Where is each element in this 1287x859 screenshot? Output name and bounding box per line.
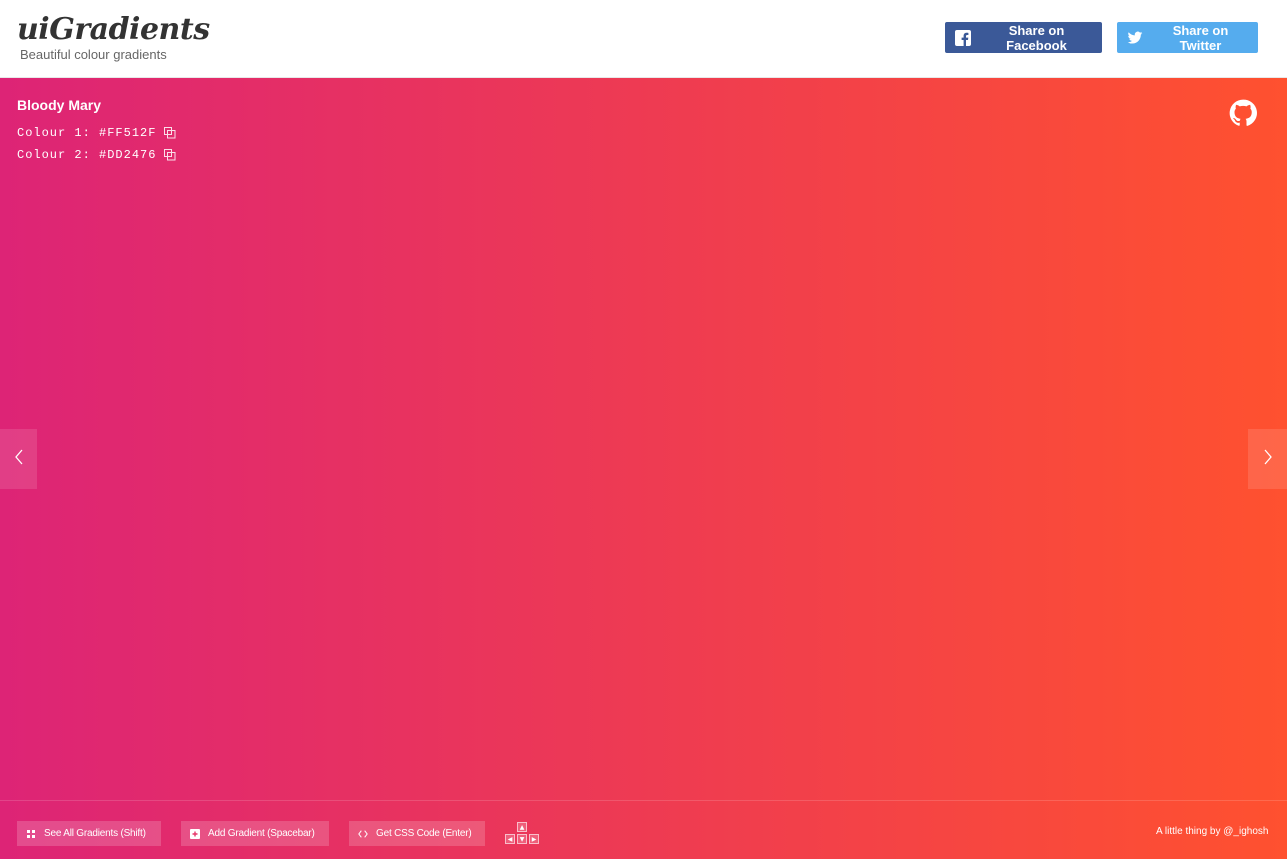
gradient-name: Bloody Mary (17, 97, 102, 113)
share-facebook-label: Share on Facebook (1006, 22, 1067, 53)
gradient-display: Bloody Mary Colour 1: #FF512F Colour 2: … (0, 78, 1287, 859)
share-twitter-label: Share on Twitter (1172, 22, 1229, 53)
key-down: ▼ (517, 834, 527, 844)
chevron-left-icon (14, 449, 24, 470)
see-all-gradients-button[interactable]: See All Gradients (Shift) (17, 821, 161, 846)
twitter-icon (1127, 30, 1143, 46)
get-css-code-button[interactable]: Get CSS Code (Enter) (349, 821, 485, 846)
key-left: ◀ (505, 834, 515, 844)
chevron-right-icon (1263, 449, 1273, 470)
footer: See All Gradients (Shift) Add Gradient (… (0, 800, 1287, 859)
add-gradient-label: Add Gradient (Spacebar) (208, 828, 315, 839)
colour-2-label: Colour 2: #DD2476 (17, 148, 157, 162)
see-all-label: See All Gradients (Shift) (44, 828, 146, 839)
colour-1-row: Colour 1: #FF512F (17, 126, 176, 140)
key-right: ▶ (529, 834, 539, 844)
get-css-label: Get CSS Code (Enter) (376, 828, 472, 839)
copy-icon[interactable] (164, 127, 176, 139)
previous-gradient-button[interactable] (0, 429, 37, 489)
key-up: ▲ (517, 822, 527, 832)
logo[interactable]: uiGradients (17, 12, 210, 47)
arrow-keys-icon: ▲ ◀ ▼ ▶ (505, 822, 541, 846)
grid-icon (26, 829, 36, 839)
next-gradient-button[interactable] (1248, 429, 1287, 489)
code-icon (358, 829, 368, 839)
share-facebook-button[interactable]: Share on Facebook (945, 22, 1102, 53)
add-gradient-button[interactable]: Add Gradient (Spacebar) (181, 821, 329, 846)
tagline: Beautiful colour gradients (20, 47, 167, 62)
header: uiGradients Beautiful colour gradients S… (0, 0, 1287, 78)
facebook-icon (955, 29, 971, 46)
share-twitter-button[interactable]: Share on Twitter (1117, 22, 1258, 53)
colour-1-label: Colour 1: #FF512F (17, 126, 157, 140)
plus-square-icon (190, 828, 200, 839)
credit-text: A little thing by @_ighosh (1156, 826, 1269, 837)
colour-2-row: Colour 2: #DD2476 (17, 148, 176, 162)
copy-icon[interactable] (164, 149, 176, 161)
github-icon[interactable] (1229, 99, 1257, 127)
